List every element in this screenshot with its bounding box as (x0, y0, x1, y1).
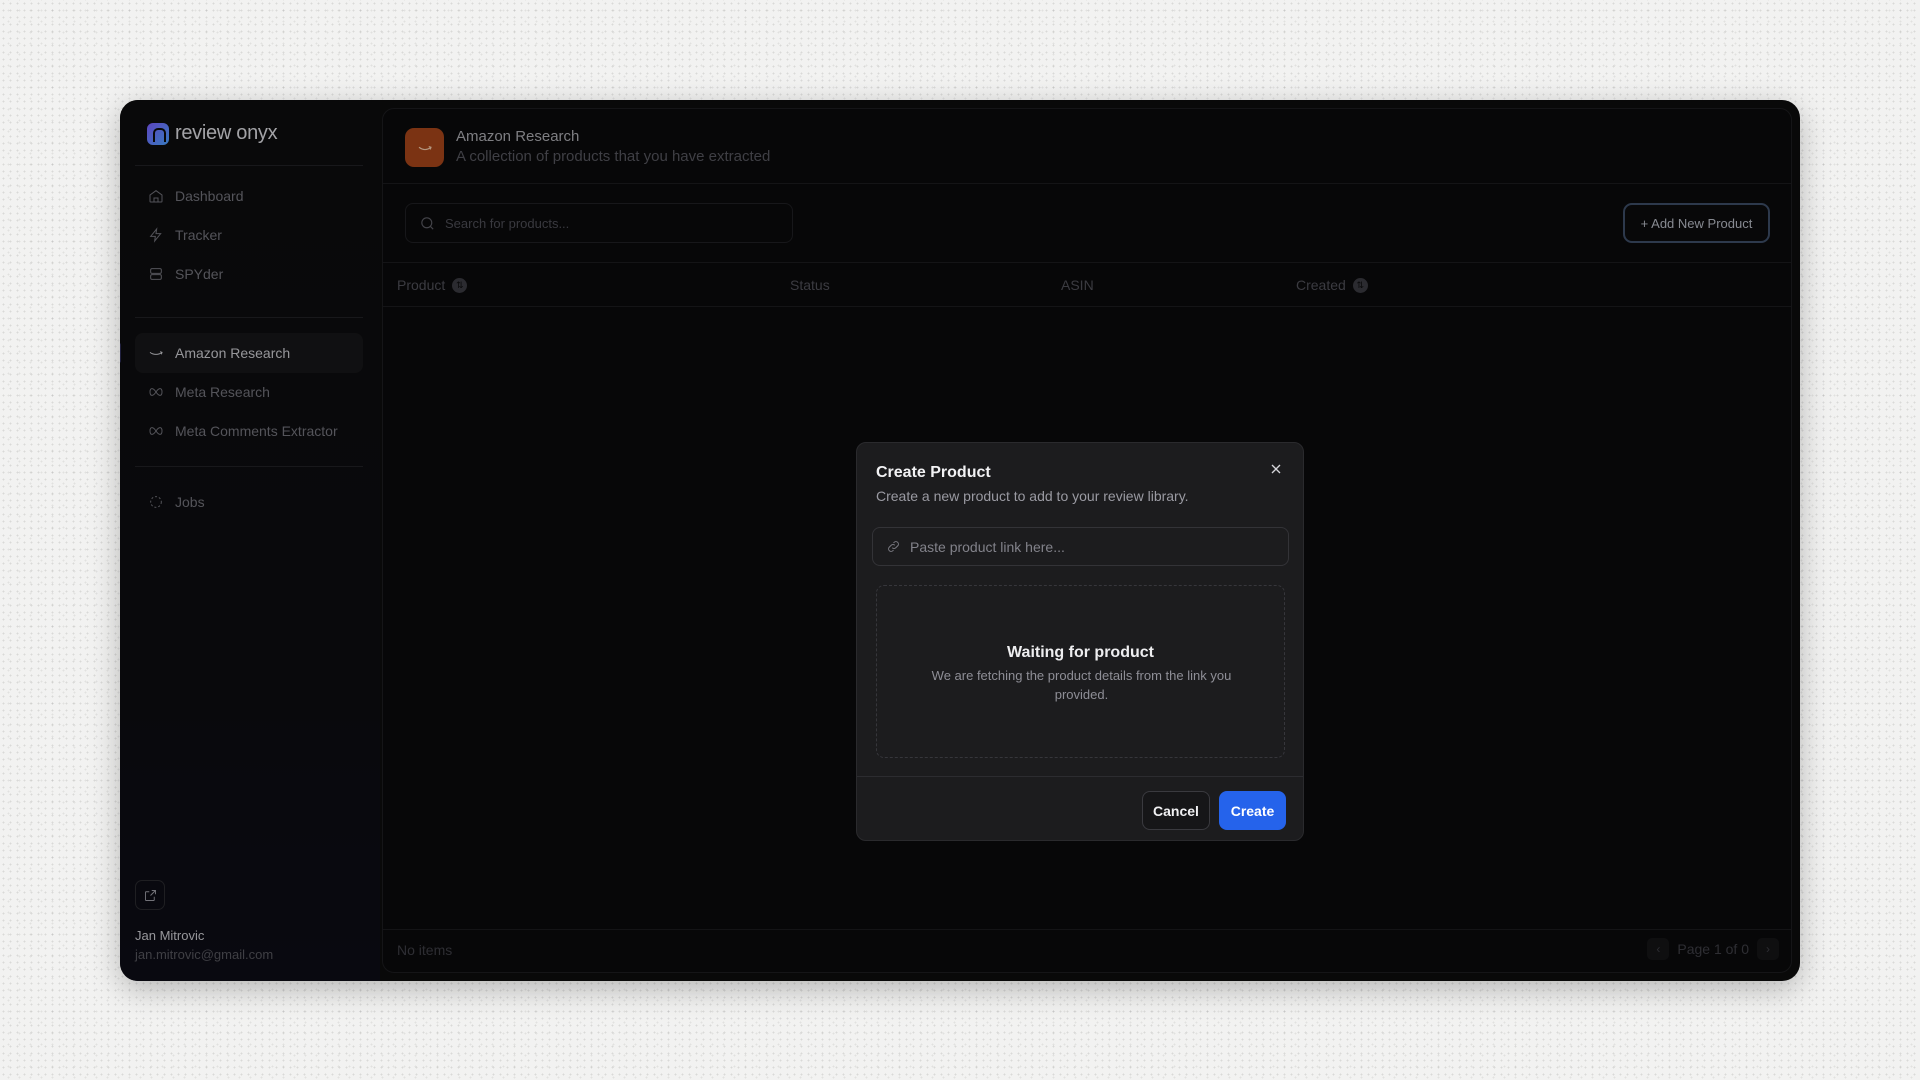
waiting-title: Waiting for product (1007, 644, 1154, 661)
link-icon (888, 541, 899, 552)
product-link-input[interactable] (910, 538, 1270, 555)
close-icon (1271, 464, 1281, 474)
product-link-field[interactable] (872, 527, 1289, 566)
create-product-dialog: Create Product Create a new product to a… (856, 442, 1304, 841)
waiting-text: We are fetching the product details from… (931, 668, 1232, 702)
close-button[interactable] (1268, 461, 1284, 477)
dialog-divider (857, 776, 1303, 777)
create-button[interactable]: Create (1219, 791, 1286, 830)
dialog-subtitle: Create a new product to add to your revi… (876, 488, 1189, 504)
dialog-title: Create Product (876, 464, 991, 481)
app-window: review onyx Dashboard Tracker SPYder Ama… (120, 100, 1800, 981)
cancel-button[interactable]: Cancel (1142, 791, 1210, 830)
product-preview-area: Waiting for product We are fetching the … (876, 585, 1285, 758)
